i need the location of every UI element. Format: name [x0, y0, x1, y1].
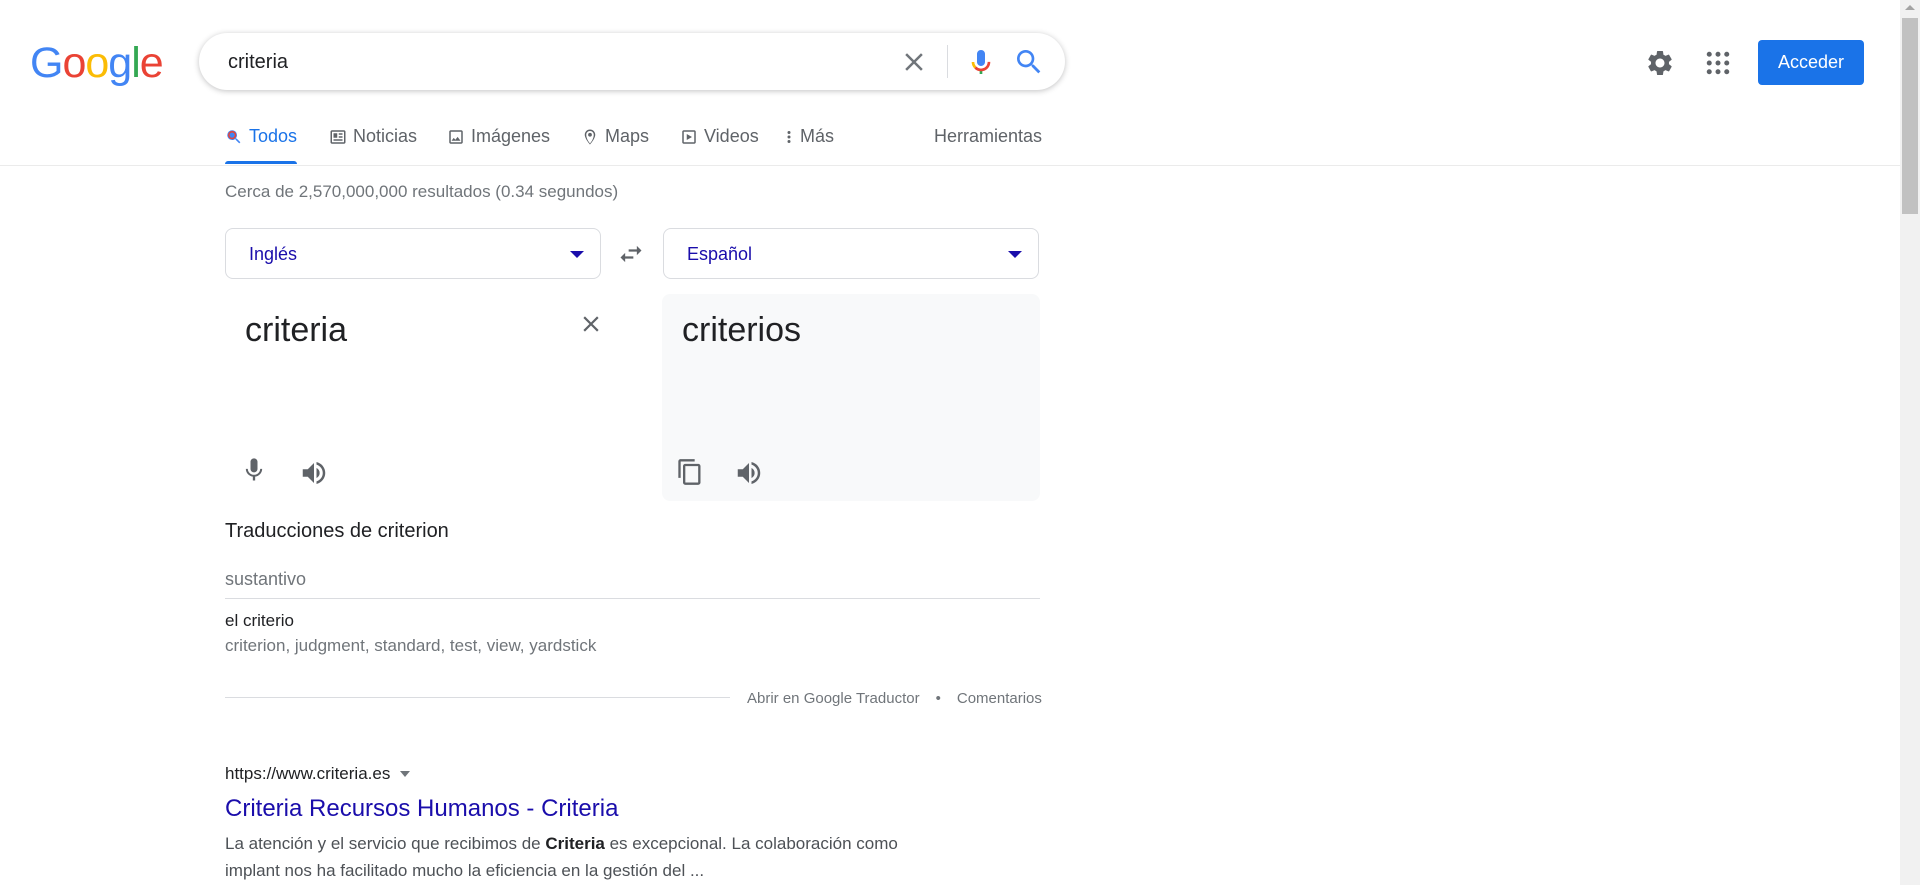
source-text[interactable]: criteria — [245, 311, 347, 350]
logo-letter: o — [62, 39, 86, 87]
target-text-panel: criterios — [662, 294, 1040, 501]
open-in-translate-link[interactable]: Abrir en Google Traductor — [747, 690, 920, 707]
gear-icon — [1648, 50, 1672, 75]
snippet-highlight: Criteria — [545, 834, 605, 853]
voice-search-button[interactable] — [965, 45, 997, 79]
result-snippet: La atención y el servicio que recibimos … — [225, 830, 945, 884]
tab-videos[interactable]: Videos — [680, 126, 759, 166]
tools-label: Herramientas — [934, 126, 1043, 146]
result-url-text[interactable]: https://www.criteria.es — [225, 764, 390, 784]
target-listen-button[interactable] — [734, 458, 764, 488]
divider — [225, 598, 1040, 599]
settings-button[interactable] — [1645, 48, 1675, 78]
result-stats: Cerca de 2,570,000,000 resultados (0.34 … — [225, 182, 619, 201]
translator-footer: Abrir en Google Traductor • Comentarios — [747, 690, 1042, 707]
tab-mas[interactable]: Más — [784, 126, 834, 166]
source-language-select[interactable]: Inglés — [225, 228, 601, 279]
translation-synonyms: criterion, judgment, standard, test, vie… — [225, 636, 597, 655]
header-divider — [0, 165, 1900, 166]
target-language-select[interactable]: Español — [663, 228, 1039, 279]
search-divider — [947, 45, 948, 78]
microphone-icon — [245, 458, 263, 481]
source-text-panel[interactable]: criteria — [225, 294, 602, 501]
speaker-icon — [737, 462, 761, 484]
dropdown-caret-icon — [1008, 251, 1022, 258]
swap-languages-button[interactable] — [617, 240, 645, 268]
image-icon — [449, 130, 463, 144]
tools-button[interactable]: Herramientas — [934, 126, 1042, 166]
map-pin-icon — [584, 129, 596, 145]
footer-separator: • — [935, 690, 941, 707]
source-voice-input-button[interactable] — [240, 455, 268, 485]
video-icon — [682, 130, 696, 144]
tab-label: Maps — [605, 126, 650, 146]
search-button[interactable] — [1013, 46, 1045, 78]
tab-label: Imágenes — [471, 126, 551, 146]
scroll-up-arrow-icon[interactable] — [1905, 5, 1915, 10]
tab-imagenes[interactable]: Imágenes — [447, 126, 550, 166]
close-icon — [583, 316, 599, 332]
logo-letter: l — [131, 39, 141, 87]
translation-term: el criterio — [225, 611, 294, 630]
microphone-icon — [971, 50, 991, 74]
source-listen-button[interactable] — [299, 458, 329, 488]
news-icon — [330, 130, 346, 144]
dropdown-caret-icon — [570, 251, 584, 258]
tab-todos[interactable]: Todos — [225, 126, 298, 166]
scrollbar-thumb[interactable] — [1902, 18, 1918, 214]
search-box — [199, 33, 1065, 90]
tab-label: Noticias — [353, 126, 418, 146]
tab-maps[interactable]: Maps — [581, 126, 649, 166]
logo-letter: g — [108, 39, 132, 87]
translations-heading: Traducciones de criterion — [225, 520, 449, 542]
translated-text: criterios — [682, 311, 802, 349]
search-icon — [227, 130, 241, 144]
apps-button[interactable] — [1703, 48, 1733, 78]
tab-label: Todos — [249, 126, 298, 146]
logo-letter: e — [139, 39, 164, 87]
logo-letter: o — [85, 39, 109, 87]
source-language-label: Inglés — [249, 244, 298, 264]
logo-letter: G — [30, 39, 63, 87]
search-icon — [1017, 50, 1041, 74]
part-of-speech-label: sustantivo — [225, 569, 307, 589]
search-input[interactable] — [226, 45, 870, 79]
target-language-label: Español — [687, 244, 753, 264]
more-vert-icon — [787, 131, 791, 143]
result-menu-caret-icon[interactable] — [400, 771, 411, 777]
sign-in-button[interactable]: Acceder — [1758, 40, 1864, 85]
divider — [225, 697, 730, 698]
tab-label: Más — [800, 126, 835, 146]
result-title-link[interactable]: Criteria Recursos Humanos - Criteria — [225, 795, 618, 823]
feedback-link[interactable]: Comentarios — [957, 690, 1042, 707]
apps-grid-icon — [1706, 51, 1730, 75]
speaker-icon — [302, 462, 326, 484]
snippet-text: La atención y el servicio que recibimos … — [225, 834, 546, 853]
google-logo[interactable]: Google — [30, 39, 164, 87]
clear-search-button[interactable] — [899, 47, 929, 77]
copy-icon — [678, 459, 701, 485]
swap-icon — [620, 245, 642, 263]
tab-noticias[interactable]: Noticias — [329, 126, 417, 166]
copy-translation-button[interactable] — [676, 457, 704, 487]
tab-label: Videos — [704, 126, 759, 146]
close-icon — [905, 53, 923, 71]
clear-source-button[interactable] — [578, 311, 604, 337]
result-url: https://www.criteria.es — [225, 764, 411, 784]
